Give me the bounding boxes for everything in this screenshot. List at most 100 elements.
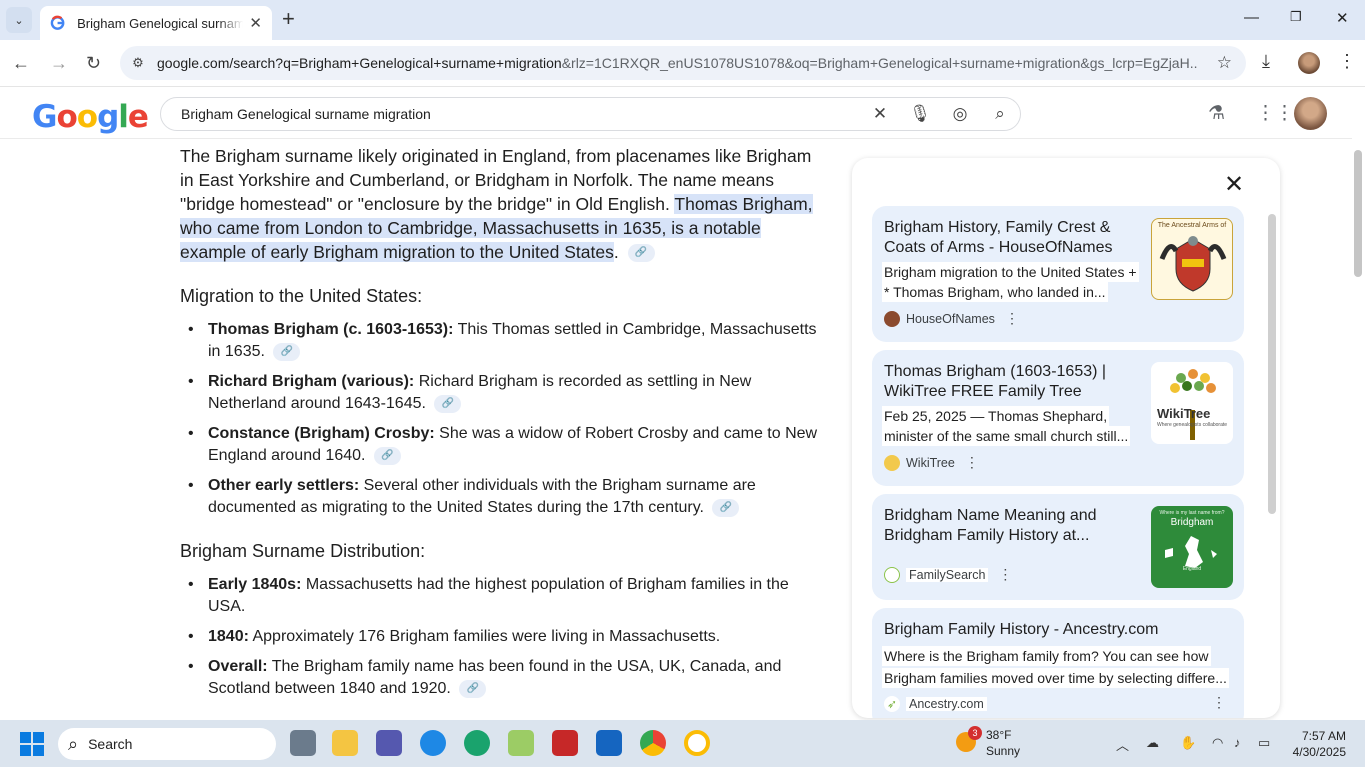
link-icon[interactable]: 🔗 bbox=[712, 498, 740, 517]
url-main: google.com/search?q=Brigham+Genelogical+… bbox=[157, 55, 562, 71]
bookmark-star-icon[interactable]: ☆ bbox=[1217, 53, 1232, 73]
search-box[interactable]: Brigham Genelogical surname migration ✕ … bbox=[160, 97, 1021, 131]
reload-icon[interactable]: ↻ bbox=[86, 53, 101, 74]
tab-bar: ⌄ Brigham Genelogical surname migration … bbox=[0, 0, 1365, 40]
back-icon[interactable]: ← bbox=[12, 53, 30, 74]
list-item: 1840: Approximately 176 Brigham families… bbox=[180, 626, 820, 648]
search-input[interactable]: Brigham Genelogical surname migration bbox=[181, 106, 860, 122]
source-snippet-line: Brigham families moved over time by sele… bbox=[882, 668, 1229, 688]
houseofnames-favicon-icon bbox=[884, 310, 900, 327]
source-card[interactable]: Bridgham Name Meaning and Bridgham Famil… bbox=[872, 494, 1244, 600]
source-title[interactable]: Brigham History, Family Crest & Coats of… bbox=[884, 218, 1136, 258]
source-snippet-line: Brigham migration to the United States + bbox=[882, 262, 1139, 282]
crest-image bbox=[1159, 236, 1227, 292]
windows-start-icon[interactable] bbox=[20, 732, 44, 756]
more-options-icon[interactable]: ⋮ bbox=[1005, 310, 1019, 327]
active-tab[interactable]: Brigham Genelogical surname migration - … bbox=[40, 6, 272, 40]
clock-time: 7:57 AM bbox=[1301, 729, 1346, 743]
source-card[interactable]: Brigham Family History - Ancestry.com Wh… bbox=[872, 608, 1244, 718]
link-icon[interactable]: 🔗 bbox=[627, 244, 655, 263]
list-item: Thomas Brigham (c. 1603-1653): This Thom… bbox=[180, 319, 820, 363]
file-explorer-icon[interactable] bbox=[332, 730, 358, 756]
source-snippet-line: Feb 25, 2025 — Thomas Shephard, bbox=[882, 406, 1110, 426]
source-site: ➶ Ancestry.com bbox=[884, 696, 987, 712]
weather-temp: 38°F bbox=[986, 728, 1012, 742]
clear-search-icon[interactable]: ✕ bbox=[860, 104, 900, 124]
thumb-bottom: England bbox=[1182, 566, 1202, 572]
app-icon[interactable] bbox=[552, 730, 578, 756]
source-name: FamilySearch bbox=[906, 567, 989, 582]
app-tray-icon[interactable]: ✋ bbox=[1180, 735, 1196, 751]
familysearch-favicon-icon bbox=[884, 566, 900, 583]
coat-of-arms-thumbnail: The Ancestral Arms of bbox=[1151, 218, 1233, 300]
address-bar[interactable]: ⚙ google.com/search?q=Brigham+Genelogica… bbox=[120, 46, 1246, 80]
link-icon[interactable]: 🔗 bbox=[373, 446, 401, 465]
google-logo[interactable]: Google bbox=[32, 99, 149, 135]
source-site: WikiTree ⋮ bbox=[884, 454, 979, 471]
migration-heading: Migration to the United States: bbox=[180, 286, 423, 306]
source-card[interactable]: Thomas Brigham (1603-1653) | WikiTree FR… bbox=[872, 350, 1244, 486]
minimize-icon[interactable]: — bbox=[1244, 9, 1259, 26]
source-snippet-line: minister of the same small church still.… bbox=[882, 426, 1131, 446]
more-options-icon[interactable]: ⋮ bbox=[1212, 694, 1226, 711]
edge-icon[interactable] bbox=[464, 730, 490, 756]
search-icon[interactable]: ⌕ bbox=[980, 104, 1020, 124]
new-tab-button[interactable]: + bbox=[282, 8, 295, 30]
wifi-icon[interactable]: ◠ bbox=[1212, 735, 1223, 751]
site-info-icon[interactable]: ⚙ bbox=[125, 50, 151, 76]
wikitree-favicon-icon bbox=[884, 454, 900, 471]
close-window-icon[interactable]: ✕ bbox=[1336, 9, 1349, 27]
tab-search-button[interactable]: ⌄ bbox=[6, 7, 32, 33]
close-panel-icon[interactable]: ✕ bbox=[1224, 170, 1244, 199]
forward-icon[interactable]: → bbox=[50, 53, 68, 74]
source-title[interactable]: Brigham Family History - Ancestry.com bbox=[884, 620, 1234, 640]
cloud-icon[interactable]: ☁ bbox=[1146, 735, 1159, 751]
source-title[interactable]: Bridgham Name Meaning and Bridgham Famil… bbox=[884, 506, 1136, 546]
chrome-icon[interactable] bbox=[640, 730, 666, 756]
link-icon[interactable]: 🔗 bbox=[459, 679, 487, 698]
link-icon[interactable]: 🔗 bbox=[273, 342, 301, 361]
wikitree-thumbnail: WikiTree Where genealogists collaborate bbox=[1151, 362, 1233, 444]
source-title[interactable]: Thomas Brigham (1603-1653) | WikiTree FR… bbox=[884, 362, 1136, 402]
google-favicon-icon bbox=[50, 15, 65, 30]
download-icon[interactable]: ⤓ bbox=[1262, 51, 1270, 72]
panel-scrollbar[interactable] bbox=[1268, 214, 1276, 514]
link-icon[interactable]: 🔗 bbox=[434, 394, 462, 413]
search-icon: ⌕ bbox=[68, 733, 79, 754]
taskbar-search-label: Search bbox=[88, 736, 133, 752]
source-site: HouseOfNames ⋮ bbox=[884, 310, 1019, 327]
source-card[interactable]: Brigham History, Family Crest & Coats of… bbox=[872, 206, 1244, 342]
tab-title: Brigham Genelogical surname migration - … bbox=[77, 15, 244, 31]
battery-icon[interactable]: ▭ bbox=[1258, 735, 1270, 751]
list-item: Overall: The Brigham family name has bee… bbox=[180, 656, 820, 700]
more-options-icon[interactable]: ⋮ bbox=[965, 454, 979, 471]
browser-toolbar: ← → ↻ ⚙ google.com/search?q=Brigham+Gene… bbox=[0, 40, 1365, 87]
lens-search-icon[interactable]: ◎ bbox=[940, 104, 980, 124]
notepad-icon[interactable] bbox=[596, 730, 622, 756]
taskbar-clock[interactable]: 7:57 AM 4/30/2025 bbox=[1288, 728, 1346, 760]
chrome-beta-icon[interactable] bbox=[684, 730, 710, 756]
google-account-avatar[interactable] bbox=[1294, 97, 1327, 130]
more-options-icon[interactable]: ⋮ bbox=[998, 566, 1012, 583]
url-text[interactable]: google.com/search?q=Brigham+Genelogical+… bbox=[157, 55, 1197, 71]
source-name: WikiTree bbox=[906, 455, 955, 470]
browser-menu-icon[interactable]: ⋮ bbox=[1338, 51, 1356, 72]
labs-flask-icon[interactable]: ⚗ bbox=[1208, 102, 1225, 125]
distribution-heading: Brigham Surname Distribution: bbox=[180, 541, 426, 561]
chevron-up-icon[interactable]: ︿ bbox=[1116, 735, 1129, 754]
familysearch-thumbnail: Where is my last name from? Bridgham Eng… bbox=[1151, 506, 1233, 588]
maximize-icon[interactable]: ❐ bbox=[1290, 9, 1302, 25]
voice-search-icon[interactable]: 🎙 bbox=[900, 104, 940, 124]
ai-overview-content: The Brigham surname likely originated in… bbox=[180, 144, 820, 708]
tab-close-icon[interactable]: ✕ bbox=[249, 14, 262, 32]
ancestry-leaf-icon: ➶ bbox=[884, 696, 900, 712]
clock-date: 4/30/2025 bbox=[1292, 745, 1346, 759]
page-scrollbar[interactable] bbox=[1354, 150, 1362, 277]
profile-avatar[interactable] bbox=[1298, 52, 1320, 74]
thunderbird-icon[interactable] bbox=[420, 730, 446, 756]
teams-icon[interactable] bbox=[376, 730, 402, 756]
taskbar-search[interactable]: ⌕ Search bbox=[58, 728, 276, 760]
task-view-icon[interactable] bbox=[290, 730, 316, 756]
paint-icon[interactable] bbox=[508, 730, 534, 756]
volume-icon[interactable]: ♪ bbox=[1234, 735, 1241, 750]
